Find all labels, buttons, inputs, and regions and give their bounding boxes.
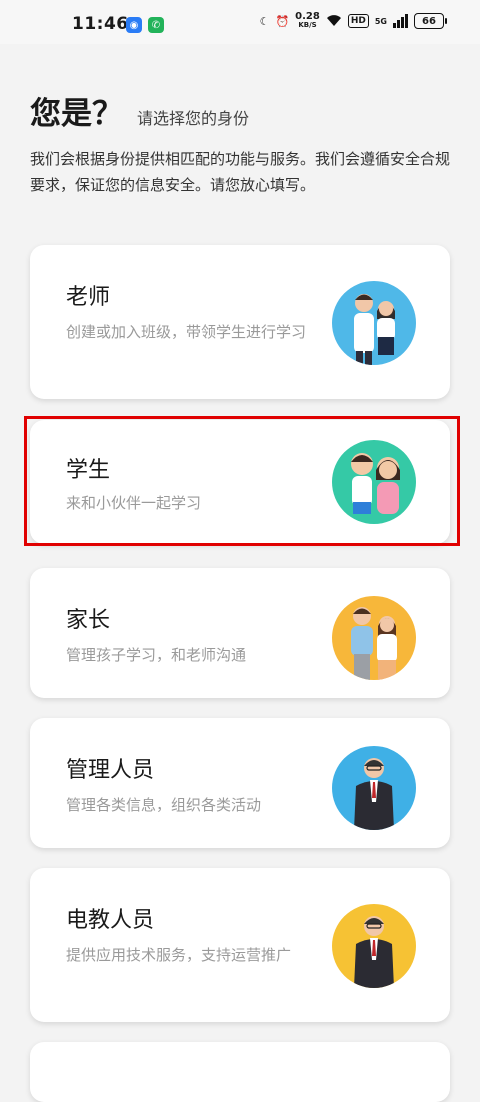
role-card-more[interactable]: [30, 1042, 450, 1102]
role-card-admin[interactable]: 管理人员 管理各类信息，组织各类活动: [30, 718, 450, 848]
do-not-disturb-icon: ☾: [259, 14, 270, 28]
page-description: 我们会根据身份提供相匹配的功能与服务。我们会遵循安全合规要求，保证您的信息安全。…: [30, 150, 451, 194]
role-title: 老师: [66, 285, 111, 310]
hd-badge: HD: [347, 14, 369, 28]
page-title: 您是？: [30, 96, 123, 132]
app-notification-icon: ◉: [126, 17, 142, 33]
page-subtitle: 请选择您的身份: [137, 109, 250, 128]
network-speed: 0.28 KB/S: [295, 11, 320, 30]
role-card-teacher[interactable]: 老师 创建或加入班级，带领学生进行学习: [30, 245, 450, 399]
role-title: 家长: [66, 608, 111, 633]
cell-type: 5G: [374, 16, 387, 26]
role-description: 管理孩子学习，和老师沟通: [66, 646, 247, 664]
status-icons: ☾ ⏰ 0.28 KB/S HD 5G 66: [259, 11, 447, 30]
phone-notification-icon: ✆: [148, 17, 164, 33]
role-title: 电教人员: [66, 908, 155, 933]
page-heading: 您是？ 请选择您的身份: [30, 88, 249, 133]
role-description: 创建或加入班级，带领学生进行学习: [66, 323, 307, 341]
role-card-av-staff[interactable]: 电教人员 提供应用技术服务，支持运营推广: [30, 868, 450, 1022]
wifi-icon: [326, 13, 342, 30]
alarm-icon: ⏰: [275, 14, 290, 28]
parent-avatar-icon: [332, 596, 416, 680]
signal-icon: [393, 14, 408, 28]
selection-highlight: [24, 416, 460, 546]
status-bar: 11:46 ◉ ✆ ☾ ⏰ 0.28 KB/S HD 5G 66: [0, 0, 480, 44]
admin-avatar-icon: [332, 746, 416, 830]
role-description: 提供应用技术服务，支持运营推广: [66, 946, 292, 964]
role-card-parent[interactable]: 家长 管理孩子学习，和老师沟通: [30, 568, 450, 698]
av-staff-avatar-icon: [332, 904, 416, 988]
role-title: 管理人员: [66, 758, 155, 783]
role-description: 管理各类信息，组织各类活动: [66, 796, 262, 814]
battery-icon: 66: [414, 13, 447, 29]
clock: 11:46: [72, 14, 129, 34]
teacher-avatar-icon: [332, 281, 416, 365]
